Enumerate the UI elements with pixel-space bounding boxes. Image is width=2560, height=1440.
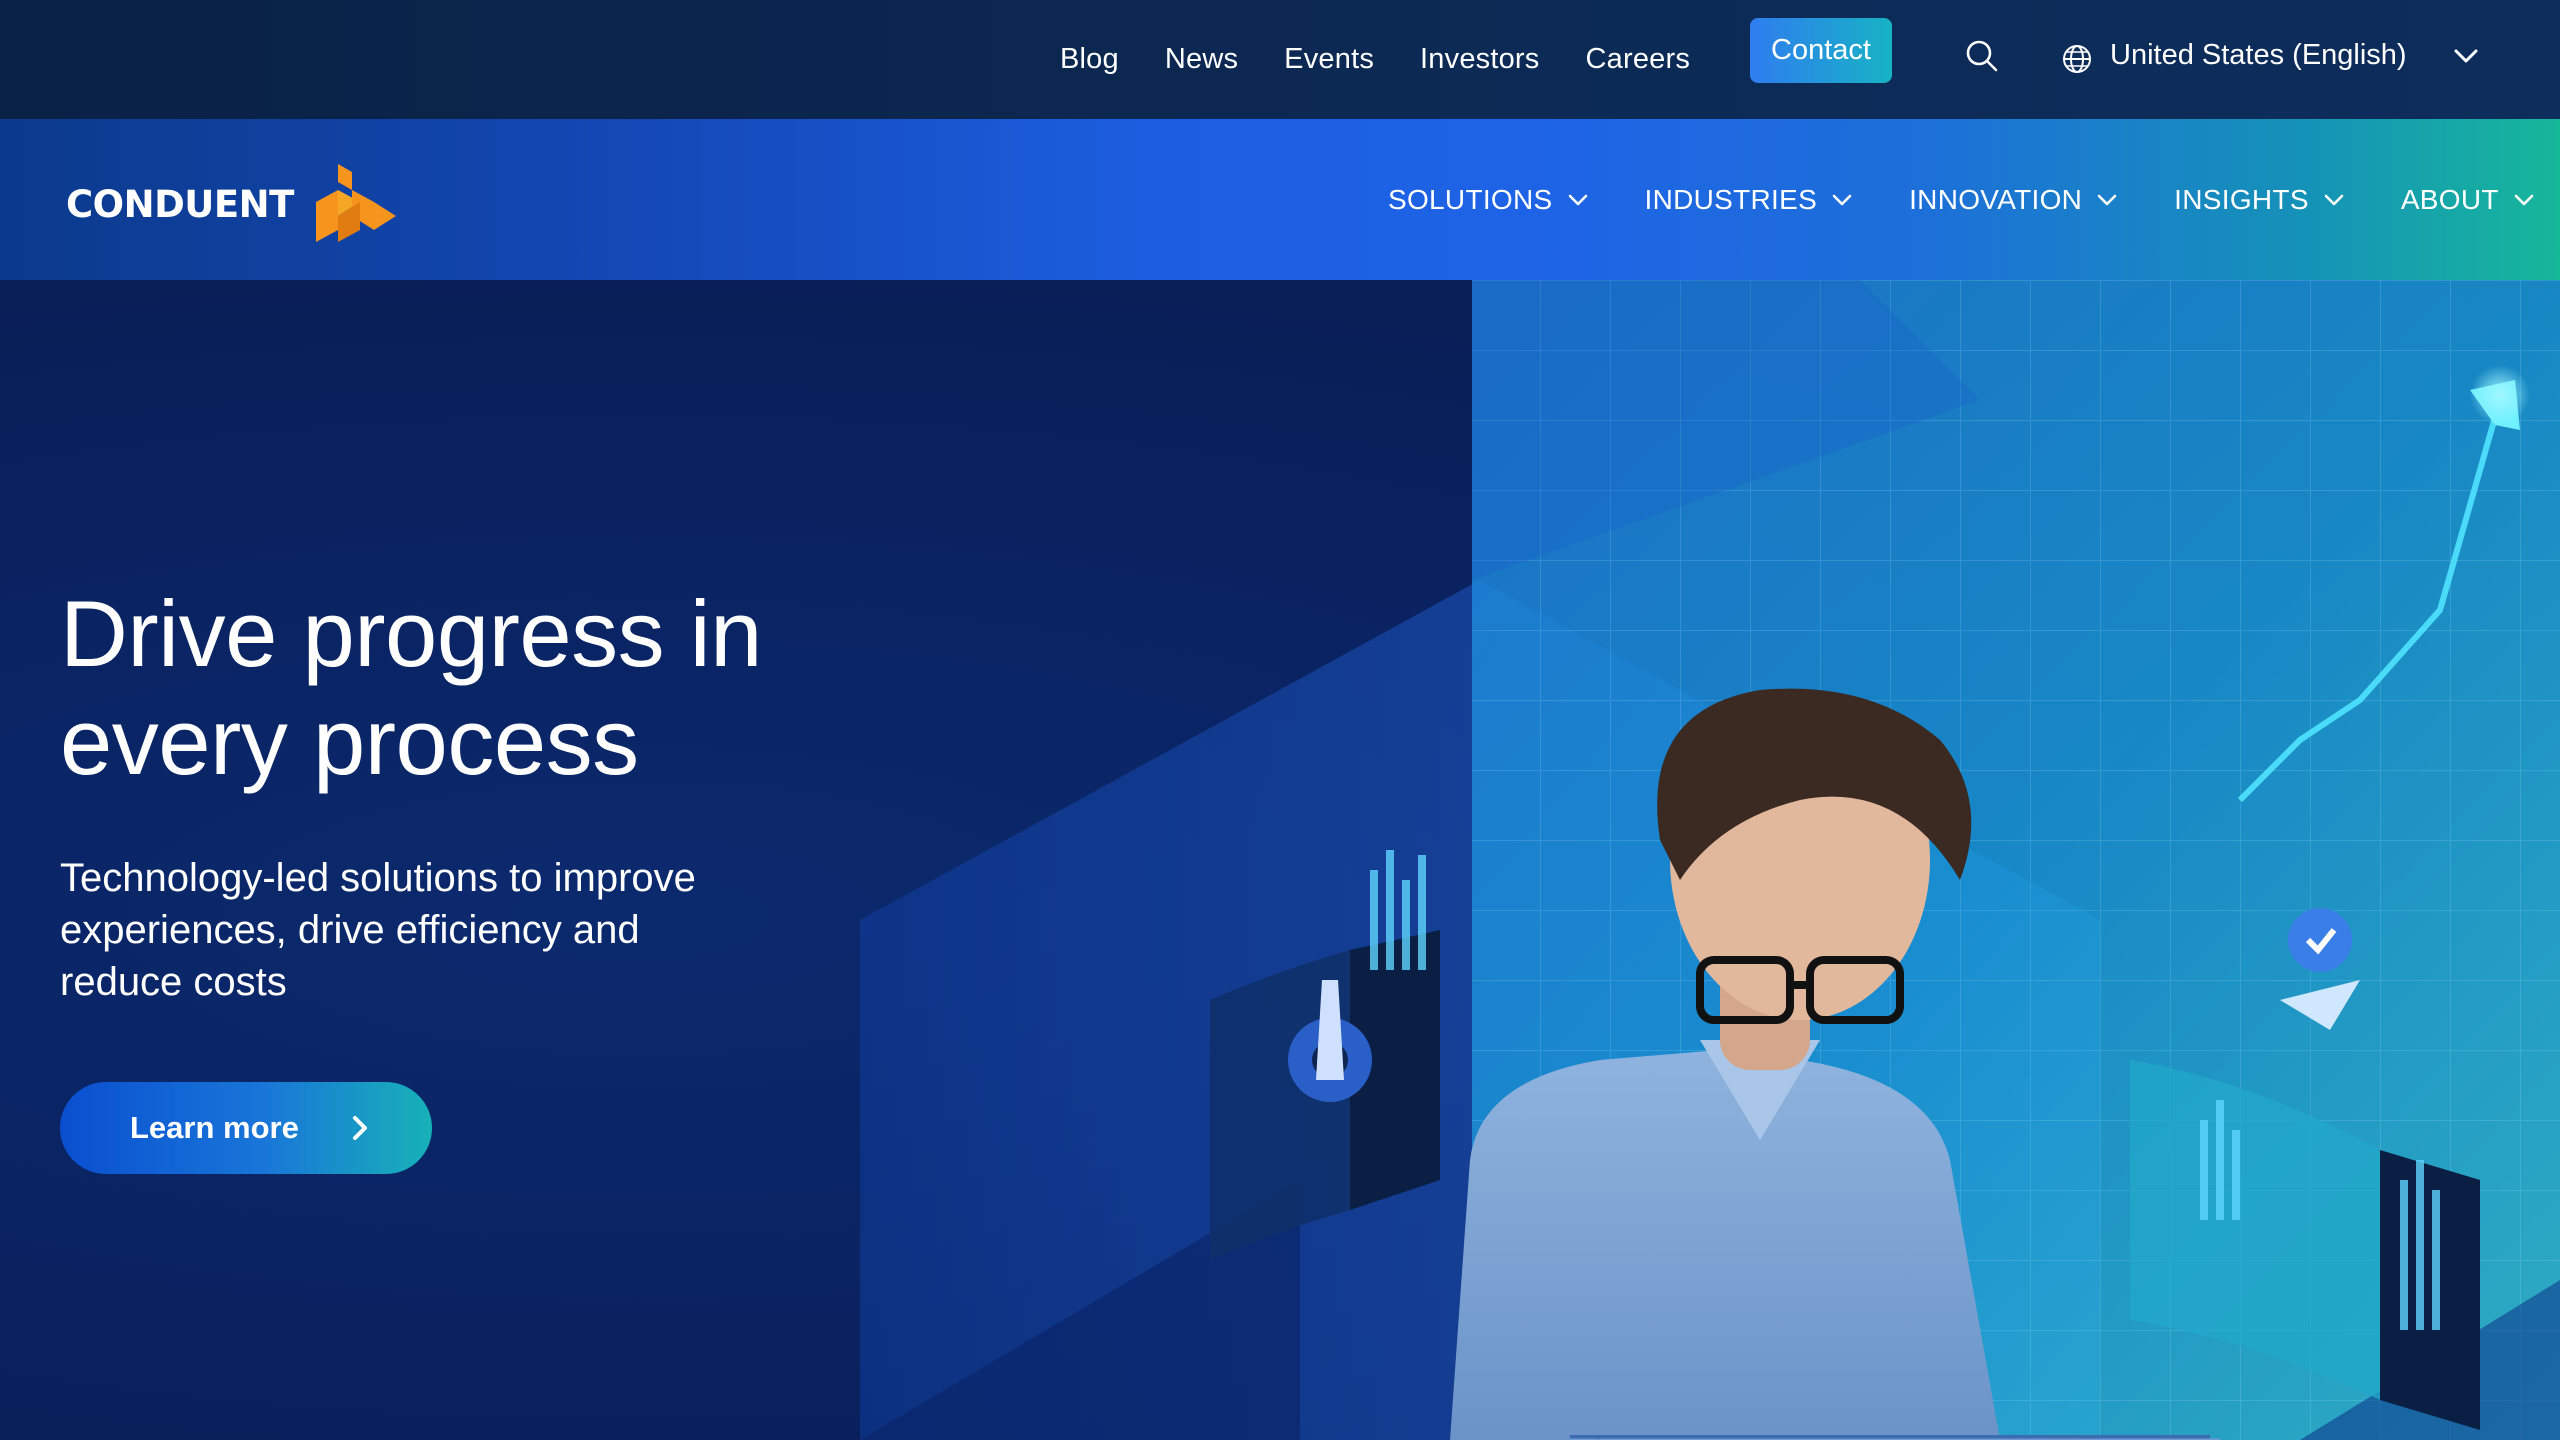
nav-item-label: INDUSTRIES xyxy=(1644,183,1818,215)
chevron-down-icon xyxy=(2514,194,2534,205)
chevron-right-icon xyxy=(352,1116,367,1140)
nav-item-about[interactable]: ABOUT xyxy=(2401,184,2535,216)
nav-item-insights[interactable]: INSIGHTS xyxy=(2174,184,2345,216)
logo-wordmark: CONDUENT xyxy=(66,182,294,226)
hero-section: Drive progress in every process Technolo… xyxy=(0,280,2560,1440)
contact-button[interactable]: Contact xyxy=(1750,18,1892,83)
nav-item-label: INNOVATION xyxy=(1909,183,2083,215)
chevron-down-icon xyxy=(2324,194,2344,205)
globe-icon xyxy=(2063,45,2091,73)
chevron-down-icon xyxy=(2097,194,2117,205)
search-icon[interactable] xyxy=(1962,36,2002,76)
nav-item-label: SOLUTIONS xyxy=(1388,183,1553,215)
hero-subtitle: Technology-led solutions to improve expe… xyxy=(60,856,696,1004)
logo-mark-icon xyxy=(315,164,396,242)
nav-item-industries[interactable]: INDUSTRIES xyxy=(1645,184,1854,216)
nav-item-label: INSIGHTS xyxy=(2174,183,2309,215)
learn-more-button[interactable]: Learn more xyxy=(60,1082,432,1174)
hero-title: Drive progress in every process xyxy=(60,581,762,794)
nav-item-label: ABOUT xyxy=(2400,183,2499,215)
learn-more-label: Learn more xyxy=(130,1110,299,1145)
brand-logo[interactable]: CONDUENT xyxy=(66,159,396,249)
utility-link-blog[interactable]: Blog xyxy=(1060,43,1119,76)
nav-item-innovation[interactable]: INNOVATION xyxy=(1909,184,2118,216)
main-nav: CONDUENT SOLUTIONS INDUSTRIES INNOVATION… xyxy=(0,119,2560,280)
chevron-down-icon[interactable] xyxy=(2452,46,2480,66)
utility-link-careers[interactable]: Careers xyxy=(1586,43,1691,76)
chevron-down-icon xyxy=(1832,194,1852,205)
locale-label: United States (English) xyxy=(2110,38,2407,71)
utility-link-investors[interactable]: Investors xyxy=(1420,43,1539,76)
utility-bar: Blog News Events Investors Careers Conta… xyxy=(0,0,2560,119)
utility-link-news[interactable]: News xyxy=(1165,43,1238,76)
nav-menu: SOLUTIONS INDUSTRIES INNOVATION INSIGHTS… xyxy=(1388,119,2535,280)
locale-selector[interactable]: United States (English) xyxy=(2060,30,2407,80)
chevron-down-icon xyxy=(1568,194,1587,205)
utility-links: Blog News Events Investors Careers xyxy=(1060,0,1736,119)
utility-link-events[interactable]: Events xyxy=(1284,43,1374,76)
nav-item-solutions[interactable]: SOLUTIONS xyxy=(1388,184,1589,216)
